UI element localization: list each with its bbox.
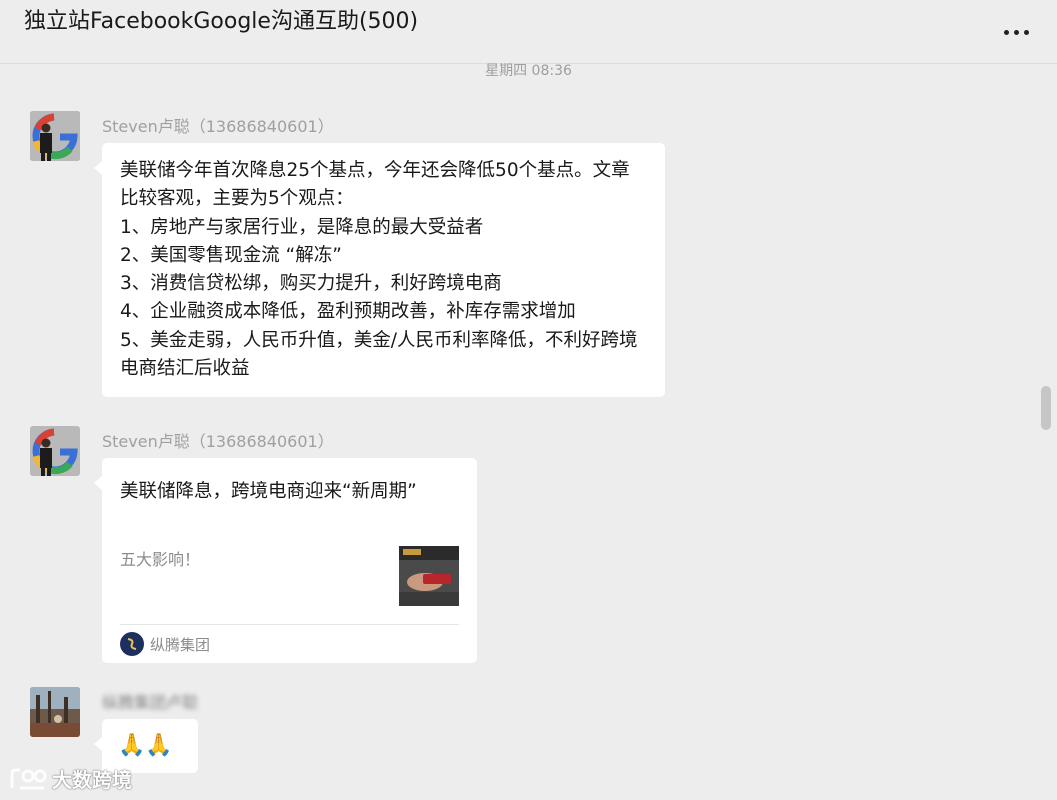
- more-options-button[interactable]: [999, 20, 1033, 44]
- avatar[interactable]: [30, 111, 80, 161]
- watermark: 大数跨境: [8, 764, 132, 793]
- chat-header: 独立站FacebookGoogle沟通互助(500): [0, 0, 1057, 64]
- avatar[interactable]: [30, 687, 80, 737]
- message-bubble[interactable]: 美联储今年首次降息25个基点，今年还会降低50个基点。文章比较客观，主要为5个观…: [94, 143, 665, 398]
- card-source-name: 纵腾集团: [150, 636, 211, 654]
- sender-name-blurred[interactable]: 纵腾集团卢聪: [102, 689, 198, 713]
- message-timestamp: 星期四 08:36: [485, 63, 572, 79]
- card-thumbnail-image: [399, 546, 459, 606]
- pray-emoji: 🙏🙏: [118, 733, 173, 758]
- card-thumbnail: [399, 546, 459, 606]
- scrollbar-thumb[interactable]: [1041, 386, 1051, 430]
- more-horizontal-icon: [1003, 29, 1009, 35]
- avatar-image: [30, 687, 80, 737]
- card-title: 美联储降息，跨境电商迎来“新周期”: [120, 481, 417, 502]
- more-dot: [1023, 29, 1029, 35]
- more-dot: [1013, 29, 1019, 35]
- source-logo-icon: [120, 632, 144, 656]
- avatar-image: [30, 426, 80, 476]
- sender-name[interactable]: Steven卢聪（13686840601）: [102, 113, 334, 137]
- watermark-logo-icon: [10, 768, 47, 789]
- avatar[interactable]: [30, 426, 80, 476]
- watermark-text: 大数跨境: [52, 768, 132, 792]
- link-card[interactable]: 美联储降息，跨境电商迎来“新周期” 五大影响！ 纵腾集团: [94, 458, 477, 663]
- avatar-image: [30, 111, 80, 161]
- sender-name[interactable]: Steven卢聪（13686840601）: [102, 428, 334, 452]
- chat-title: 独立站FacebookGoogle沟通互助(500): [24, 9, 419, 34]
- card-divider: [120, 624, 459, 625]
- card-description: 五大影响！: [120, 550, 201, 569]
